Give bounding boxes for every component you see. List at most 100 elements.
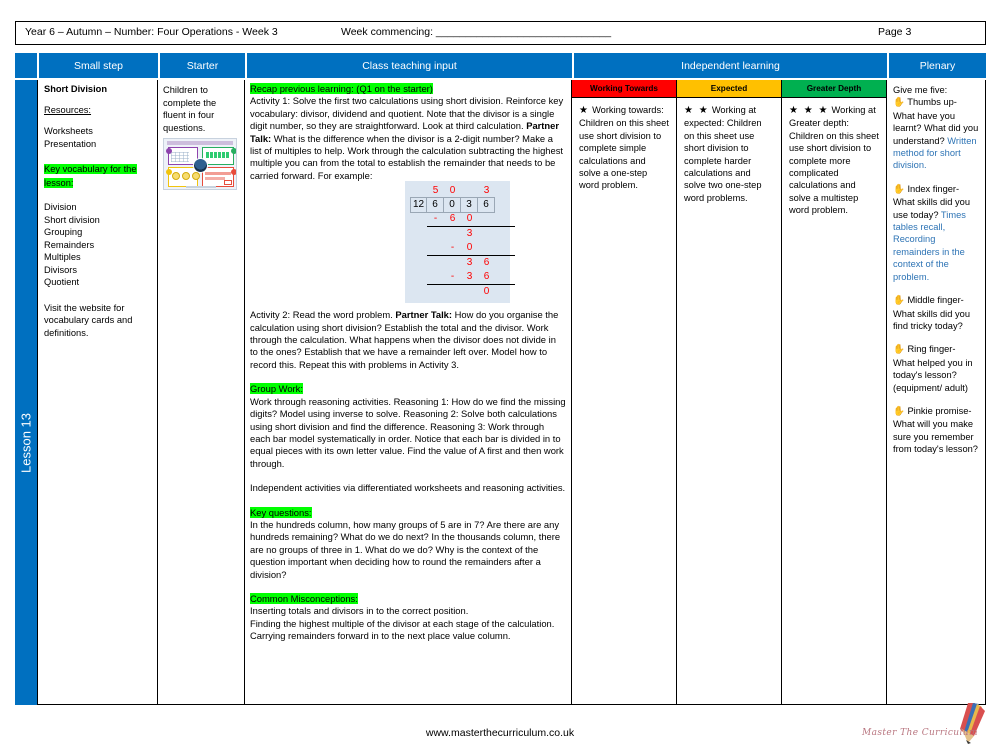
band-title: Working towards: bbox=[592, 105, 664, 115]
dividend-digit: 0 bbox=[444, 197, 461, 214]
footer-website-url: www.masterthecurriculum.co.uk bbox=[425, 727, 575, 739]
band-label-greater-depth: Greater Depth bbox=[782, 80, 886, 98]
step3-digit: 6 bbox=[483, 271, 490, 283]
divisor-value: 12 bbox=[410, 197, 427, 214]
band-body-working-towards: ★ Working towards: Children on this shee… bbox=[572, 98, 676, 192]
column-header-small-step: Small step bbox=[39, 53, 158, 78]
cell-starter: Children to complete the fluent in four … bbox=[158, 80, 245, 705]
step3-minus: - bbox=[450, 271, 455, 283]
division-dividend-row: 12 6 0 3 6 bbox=[410, 197, 505, 214]
week-commencing-field: Week commencing: _______________________… bbox=[341, 26, 612, 38]
vocabulary-item: Short division bbox=[44, 214, 100, 225]
final-remainder: 0 bbox=[483, 286, 490, 298]
activity-2-pre: Activity 2: Read the word problem. bbox=[250, 309, 396, 321]
misconception-item: Inserting totals and divisors in to the … bbox=[250, 605, 469, 617]
quotient-digit: 5 bbox=[432, 185, 439, 197]
common-misconceptions-heading: Common Misconceptions: bbox=[250, 592, 358, 604]
star-rating-icon: ★ bbox=[579, 105, 590, 116]
band-label-working-towards: Working Towards bbox=[572, 80, 676, 98]
band-description: Children on this sheet use short divisio… bbox=[789, 130, 879, 216]
brand-logo: Master The Curriculum bbox=[860, 703, 990, 747]
misconception-item: Carrying remainders forward in to the ne… bbox=[250, 630, 511, 642]
star-rating-icon: ★ ★ bbox=[684, 105, 710, 116]
plenary-item: ✋ Pinkie promise- What will you make sur… bbox=[893, 405, 979, 456]
lesson-plan-page: Year 6 – Autumn – Number: Four Operation… bbox=[0, 0, 1000, 750]
division-step-2-bring-down: 3 6 bbox=[410, 256, 505, 270]
hand-icon: ✋ bbox=[893, 97, 905, 109]
header-corner-spacer bbox=[15, 53, 37, 78]
quotient-digit: 0 bbox=[449, 185, 456, 197]
division-step-1-remainder: 3 bbox=[410, 227, 505, 241]
key-questions-heading: Key questions: bbox=[250, 506, 312, 518]
band-greater-depth: Greater Depth ★ ★ ★ Working at Greater d… bbox=[782, 80, 886, 704]
bring-down-digit: 6 bbox=[483, 257, 490, 269]
vocabulary-item: Quotient bbox=[44, 277, 80, 287]
cell-plenary: Give me five: ✋ Thumbs up- What have you… bbox=[887, 80, 986, 705]
division-step-2-subtract: - 0 bbox=[410, 241, 505, 255]
plenary-item: ✋ Middle finger- What skills did you fin… bbox=[893, 294, 979, 332]
independent-activities-text: Independent activities via differentiate… bbox=[250, 482, 566, 494]
column-header-starter: Starter bbox=[160, 53, 245, 78]
step1-minus: - bbox=[433, 213, 438, 225]
vocabulary-item: Remainders bbox=[44, 239, 95, 250]
plenary-item: ✋ Index finger- What skills did you use … bbox=[893, 183, 979, 283]
resource-item: Presentation bbox=[44, 138, 97, 149]
step1-digit: 6 bbox=[449, 213, 456, 225]
band-description: Children on this sheet use short divisio… bbox=[684, 118, 762, 203]
cell-class-teaching-input: Recap previous learning: (Q1 on the star… bbox=[245, 80, 572, 705]
band-body-greater-depth: ★ ★ ★ Working at Greater depth: Children… bbox=[782, 98, 886, 217]
vocabulary-item: Multiples bbox=[44, 252, 81, 262]
band-label-expected: Expected bbox=[677, 80, 781, 98]
division-step-1-subtract: - 6 0 bbox=[410, 212, 505, 226]
hand-icon: ✋ bbox=[893, 295, 905, 307]
band-description: Children on this sheet use short divisio… bbox=[579, 118, 669, 191]
unit-title: Year 6 – Autumn – Number: Four Operation… bbox=[25, 26, 278, 38]
lesson-table-body: Lesson 13 Short Division Resources: Work… bbox=[15, 80, 986, 705]
band-body-expected: ★ ★ Working at expected: Children on thi… bbox=[677, 98, 781, 204]
step1-digit: 0 bbox=[466, 213, 473, 225]
activity-2-text: Activity 2: Read the word problem. Partn… bbox=[250, 309, 566, 371]
plenary-question: Pinkie promise- What will you make sure … bbox=[893, 405, 978, 455]
dividend-digit: 3 bbox=[461, 197, 478, 214]
star-rating-icon: ★ ★ ★ bbox=[789, 105, 829, 116]
step3-digit: 3 bbox=[466, 271, 473, 283]
band-expected: Expected ★ ★ Working at expected: Childr… bbox=[677, 80, 782, 704]
brand-logo-text: Master The Curriculum bbox=[862, 728, 978, 738]
small-step-title: Short Division bbox=[44, 84, 108, 94]
vocabulary-item: Grouping bbox=[44, 227, 83, 237]
lesson-number-label: Lesson 13 bbox=[18, 412, 34, 473]
step2-digit: 0 bbox=[466, 242, 473, 254]
key-vocabulary-heading: Key vocabulary for the lesson: bbox=[44, 164, 137, 188]
plenary-question: Ring finger- What helped you in today's … bbox=[893, 344, 973, 393]
lesson-number-spine: Lesson 13 bbox=[15, 80, 37, 705]
plenary-item: ✋ Thumbs up- What have you learnt? What … bbox=[893, 96, 979, 171]
hand-icon: ✋ bbox=[893, 405, 905, 417]
bring-down-digit: 3 bbox=[466, 257, 473, 269]
starter-worksheet-thumbnail bbox=[163, 138, 237, 190]
division-final-remainder-row: 0 bbox=[410, 285, 505, 299]
division-quotient-row: 5 0 3 bbox=[410, 184, 505, 198]
hand-icon: ✋ bbox=[893, 183, 905, 195]
hand-icon: ✋ bbox=[893, 344, 905, 356]
short-division-worked-example: 5 0 3 12 6 0 3 6 - 6 0 3 - 0 3 6 - 3 6 0 bbox=[405, 181, 515, 304]
recap-heading: Recap previous learning: (Q1 on the star… bbox=[250, 83, 433, 94]
column-header-class-teaching-input: Class teaching input bbox=[247, 53, 572, 78]
partner-talk-label: Partner Talk: bbox=[395, 309, 453, 321]
activity-1-post: What is the difference when the divisor … bbox=[250, 132, 564, 181]
plenary-item: ✋ Ring finger- What helped you in today'… bbox=[893, 343, 979, 394]
group-work-text: Work through reasoning activities. Reaso… bbox=[250, 395, 566, 469]
activity-1-pre: Activity 1: Solve the first two calculat… bbox=[250, 95, 564, 132]
activity-1-text: Activity 1: Solve the first two calculat… bbox=[250, 95, 566, 182]
dividend-digit: 6 bbox=[478, 197, 495, 214]
group-work-heading: Group Work: bbox=[250, 383, 303, 395]
step1-remainder: 3 bbox=[466, 228, 473, 240]
pencil-icon bbox=[960, 703, 985, 744]
plenary-question: Middle finger- What skills did you find … bbox=[893, 295, 970, 331]
resources-label: Resources: bbox=[44, 105, 92, 115]
dividend-digit: 6 bbox=[427, 197, 444, 214]
plenary-answer: Times tables recall, Recording remainder… bbox=[893, 209, 966, 282]
vocabulary-item: Division bbox=[44, 202, 77, 212]
key-questions-text: In the hundreds column, how many groups … bbox=[250, 518, 561, 580]
starter-instruction: Children to complete the fluent in four … bbox=[163, 85, 217, 133]
resource-item: Worksheets bbox=[44, 126, 93, 136]
